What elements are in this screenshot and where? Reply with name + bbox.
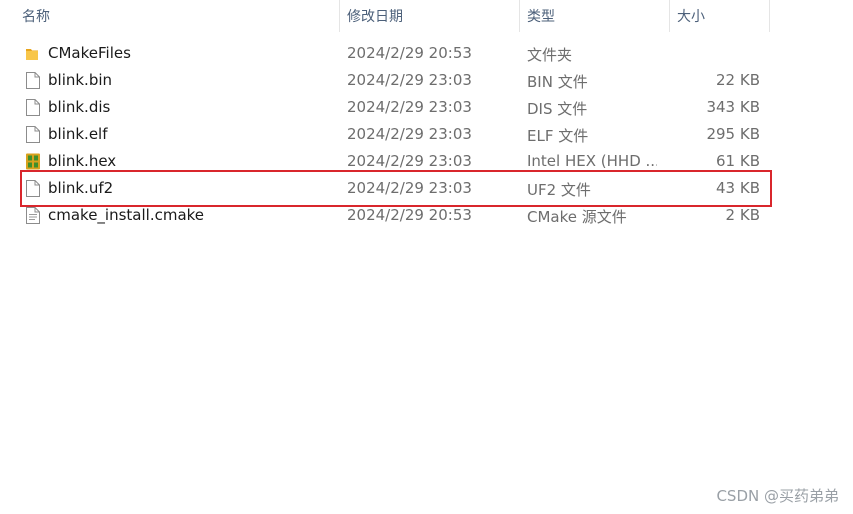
file-date: 2024/2/29 23:03	[347, 125, 472, 143]
file-date: 2024/2/29 23:03	[347, 98, 472, 116]
file-date: 2024/2/29 23:03	[347, 152, 472, 170]
watermark: CSDN @买药弟弟	[716, 487, 839, 505]
file-size: 343 KB	[706, 98, 760, 116]
column-header-name[interactable]: 名称 ^	[0, 0, 340, 32]
column-header-name-label: 名称	[22, 9, 50, 25]
text-file-icon	[26, 207, 40, 224]
file-name: blink.elf	[48, 125, 108, 143]
folder-icon	[26, 49, 38, 60]
file-name: blink.uf2	[48, 179, 114, 197]
file-size: 61 KB	[716, 152, 760, 170]
column-header-type[interactable]: 类型	[520, 0, 670, 32]
file-type: DIS 文件	[527, 100, 588, 118]
file-type: UF2 文件	[527, 181, 591, 199]
file-row-blink-dis[interactable]: blink.dis 2024/2/29 23:03 DIS 文件 343 KB	[0, 94, 770, 121]
sort-ascending-icon: ^	[170, 0, 180, 7]
file-size: 43 KB	[716, 179, 760, 197]
hex-file-icon	[26, 153, 40, 170]
file-type: ELF 文件	[527, 127, 589, 145]
file-size: 2 KB	[725, 206, 760, 224]
column-header-size[interactable]: 大小	[670, 0, 770, 32]
file-type: BIN 文件	[527, 73, 588, 91]
file-icon	[26, 180, 40, 197]
file-name: CMakeFiles	[48, 44, 131, 62]
file-size: 22 KB	[716, 71, 760, 89]
file-size: 295 KB	[706, 125, 760, 143]
file-name: cmake_install.cmake	[48, 206, 205, 224]
file-name: blink.dis	[48, 98, 111, 116]
file-date: 2024/2/29 20:53	[347, 44, 472, 62]
column-header-size-label: 大小	[677, 9, 705, 25]
column-header-type-label: 类型	[527, 9, 555, 25]
file-date: 2024/2/29 23:03	[347, 179, 472, 197]
file-row-blink-hex[interactable]: blink.hex 2024/2/29 23:03 Intel HEX (HHD…	[0, 148, 770, 175]
file-date: 2024/2/29 23:03	[347, 71, 472, 89]
file-icon	[26, 72, 40, 89]
file-icon	[26, 99, 40, 116]
file-row-cmake-install[interactable]: cmake_install.cmake 2024/2/29 20:53 CMak…	[0, 202, 770, 229]
file-type: CMake 源文件	[527, 208, 627, 226]
file-name: blink.bin	[48, 71, 113, 89]
file-type: 文件夹	[527, 46, 573, 64]
column-header-date-label: 修改日期	[347, 9, 403, 25]
column-header-bar: 名称 ^ 修改日期 类型 大小	[0, 0, 770, 32]
file-row-blink-uf2[interactable]: blink.uf2 2024/2/29 23:03 UF2 文件 43 KB	[0, 175, 770, 202]
file-type: Intel HEX (HHD ...	[527, 152, 657, 170]
column-header-date[interactable]: 修改日期	[340, 0, 520, 32]
file-date: 2024/2/29 20:53	[347, 206, 472, 224]
file-row-cmakefiles[interactable]: CMakeFiles 2024/2/29 20:53 文件夹	[0, 40, 770, 67]
file-row-blink-bin[interactable]: blink.bin 2024/2/29 23:03 BIN 文件 22 KB	[0, 67, 770, 94]
file-icon	[26, 126, 40, 143]
file-name: blink.hex	[48, 152, 117, 170]
file-row-blink-elf[interactable]: blink.elf 2024/2/29 23:03 ELF 文件 295 KB	[0, 121, 770, 148]
